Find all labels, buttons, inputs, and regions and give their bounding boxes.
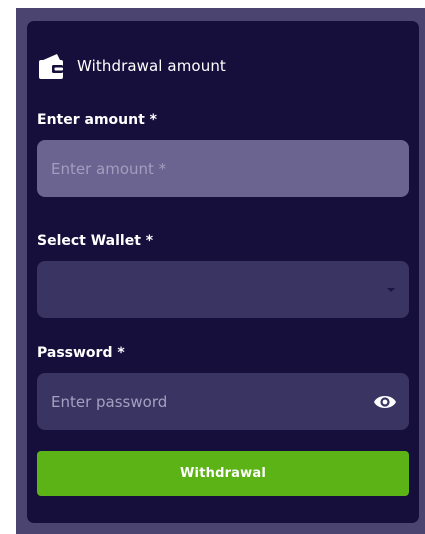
wallet-label: Select Wallet * [37, 233, 154, 249]
amount-placeholder: Enter amount * [51, 159, 167, 178]
eye-icon[interactable] [373, 391, 397, 413]
password-input[interactable]: Enter password [37, 373, 409, 430]
chevron-down-icon [387, 288, 395, 292]
password-label: Password * [37, 345, 125, 361]
card-title: Withdrawal amount [77, 57, 226, 75]
amount-label: Enter amount * [37, 112, 157, 128]
amount-input[interactable]: Enter amount * [37, 140, 409, 197]
withdrawal-button[interactable]: Withdrawal [37, 451, 409, 496]
card-header: Withdrawal amount [37, 52, 226, 80]
wallet-select[interactable] [37, 261, 409, 318]
withdrawal-card: Withdrawal amount Enter amount * Enter a… [27, 21, 419, 523]
password-placeholder: Enter password [51, 392, 168, 411]
wallet-icon [39, 54, 63, 79]
